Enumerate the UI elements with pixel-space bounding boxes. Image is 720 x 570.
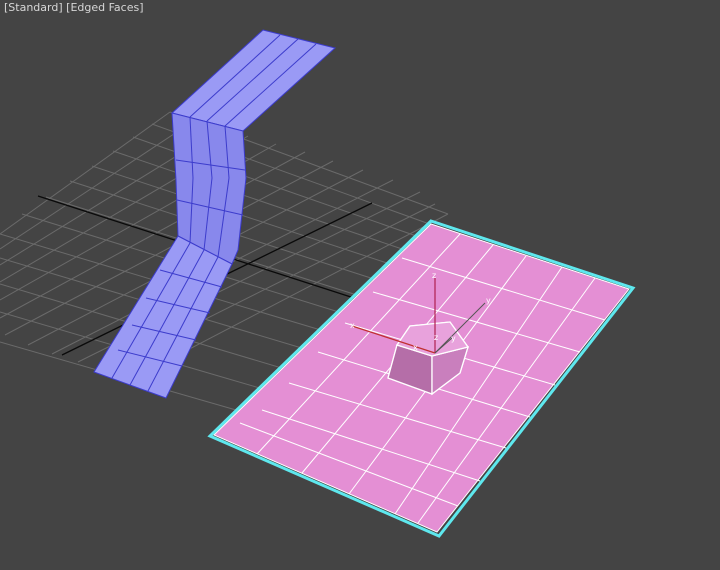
viewport-label: [Standard] [Edged Faces]	[4, 1, 144, 14]
gizmo-y-local-label: y	[486, 296, 491, 305]
scene-canvas[interactable]: z x y x z y	[0, 0, 720, 570]
gizmo-z-local-label: z	[434, 333, 438, 342]
viewport-display-menu[interactable]: [Edged Faces]	[66, 1, 143, 14]
viewport-shading-menu[interactable]: [Standard]	[4, 1, 63, 14]
gizmo-y-label: y	[451, 334, 456, 343]
gizmo-z-label: z	[432, 271, 436, 280]
shading-label: Standard	[8, 1, 59, 14]
gizmo-x-local-label: x	[413, 343, 418, 352]
display-label: Edged Faces	[70, 1, 140, 14]
ribbon-top-face[interactable]	[170, 29, 337, 132]
gizmo-x-label: x	[350, 321, 355, 330]
perspective-viewport[interactable]: z x y x z y [Standard] [Edged Faces]	[0, 0, 720, 570]
